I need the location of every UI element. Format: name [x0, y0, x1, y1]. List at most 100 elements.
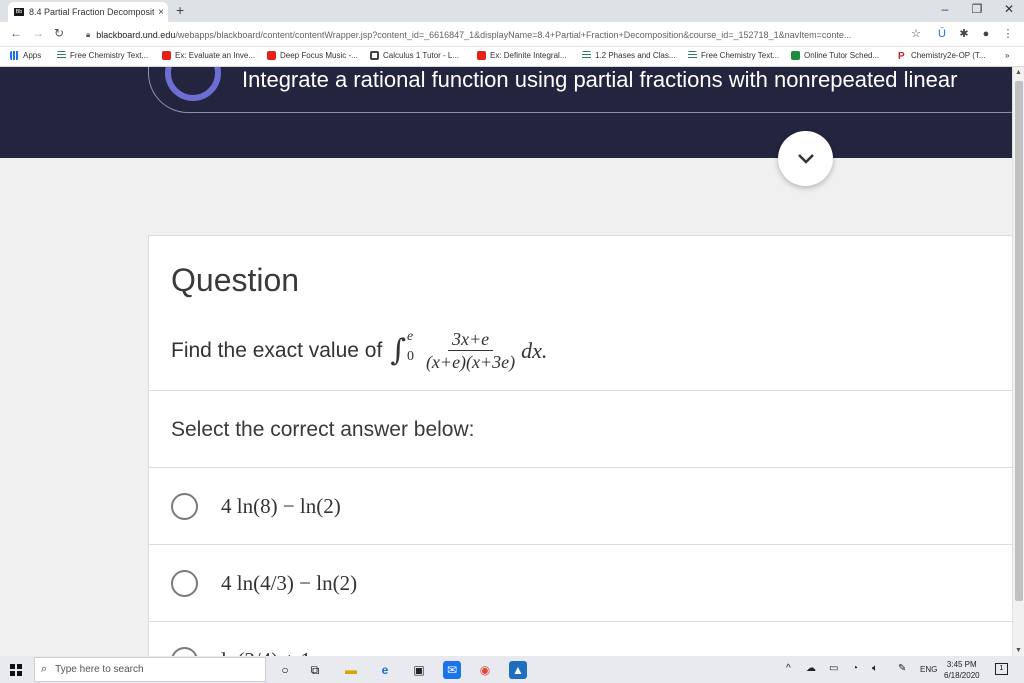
- bookmark-item[interactable]: Ex: Definite Integral...: [477, 51, 566, 60]
- scroll-down-icon[interactable]: ▼: [1015, 647, 1022, 654]
- pen-icon[interactable]: ✎: [898, 663, 906, 674]
- windows-start-icon[interactable]: [10, 664, 22, 676]
- lesson-banner: Integrate a rational function using part…: [0, 67, 1012, 158]
- scrollbar-thumb[interactable]: [1015, 81, 1023, 601]
- bookmark-item[interactable]: 1.2 Phases and Clas...: [582, 51, 676, 60]
- file-explorer-icon[interactable]: ▬: [342, 661, 360, 679]
- url-path: /webapps/blackboard/content/contentWrapp…: [175, 29, 852, 40]
- answer-option-text: 4 ln(8) − ln(2): [221, 493, 341, 518]
- question-card: Question Find the exact value of ∫ e 0 3…: [148, 235, 1012, 656]
- scroll-up-icon[interactable]: ▲: [1015, 69, 1022, 76]
- p-icon: P: [898, 51, 905, 62]
- new-tab-button[interactable]: +: [176, 2, 184, 18]
- question-prompt: Find the exact value of ∫ e 0 3x+e (x+e)…: [171, 328, 547, 373]
- bookmark-item[interactable]: Free Chemistry Text...: [688, 51, 779, 60]
- url-field[interactable]: 🔒︎ blackboard.und.edu/webapps/blackboard…: [80, 25, 930, 44]
- bookmarks-overflow-icon[interactable]: »: [1005, 51, 1009, 60]
- extension-icon[interactable]: Ū: [936, 28, 948, 40]
- answer-option[interactable]: 4 ln(4/3) − ln(2): [149, 545, 1012, 621]
- chrome-icon[interactable]: ◉: [476, 661, 494, 679]
- bookmark-star-icon[interactable]: ☆: [910, 28, 922, 40]
- edge-browser-icon[interactable]: e: [376, 661, 394, 679]
- browser-tab[interactable]: Bb 8.4 Partial Fraction Decompositio ×: [8, 2, 168, 22]
- browser-tab-strip: Bb 8.4 Partial Fraction Decompositio × +…: [0, 0, 1024, 22]
- system-clock[interactable]: 3:45 PM 6/18/2020: [944, 659, 980, 681]
- store-icon[interactable]: ▣: [410, 661, 428, 679]
- bookmark-item[interactable]: Online Tutor Sched...: [791, 51, 879, 60]
- clock-time: 3:45 PM: [946, 660, 977, 669]
- bookmark-apps[interactable]: Apps: [10, 51, 41, 60]
- profile-avatar-icon[interactable]: ●: [980, 28, 992, 40]
- mail-icon[interactable]: ✉: [443, 661, 461, 679]
- divider: [149, 390, 1012, 391]
- lower-limit: 0: [406, 348, 414, 364]
- integral-limits: e 0: [406, 329, 414, 364]
- bookmarks-bar: Apps Free Chemistry Text... Ex: Evaluate…: [0, 47, 1024, 67]
- globe-icon: [370, 51, 379, 60]
- bookmark-item[interactable]: P Chemistry2e-OP (T...: [898, 51, 986, 62]
- tab-title: 8.4 Partial Fraction Decompositio: [29, 7, 154, 17]
- task-view-icon[interactable]: ⧉: [306, 661, 324, 679]
- windows-taskbar: ⌕ Type here to search ○ ⧉ ▬ e ▣ ✉ ◉ ▲ ^ …: [0, 656, 1024, 683]
- radio-button[interactable]: [171, 646, 198, 656]
- answer-option-text: ln(3/4) + 1: [221, 648, 311, 657]
- onedrive-icon[interactable]: ☁: [806, 663, 816, 674]
- bookmark-item[interactable]: Calculus 1 Tutor - L...: [370, 51, 459, 60]
- lesson-title: Integrate a rational function using part…: [242, 67, 958, 92]
- url-host: blackboard.und.edu: [96, 29, 176, 40]
- bookmark-item[interactable]: Ex: Evaluate an Inve...: [162, 51, 255, 60]
- integral-symbol: ∫: [390, 333, 406, 368]
- maximize-button[interactable]: ❐: [962, 2, 992, 16]
- differential: dx.: [521, 337, 548, 363]
- search-icon: ⌕: [41, 663, 48, 675]
- tab-close-icon[interactable]: ×: [154, 7, 168, 18]
- minimize-button[interactable]: –: [930, 2, 960, 16]
- lines-icon: [582, 51, 591, 60]
- menu-kebab-icon[interactable]: ⋮: [1002, 28, 1014, 40]
- bookmark-item[interactable]: Free Chemistry Text...: [57, 51, 148, 60]
- forward-arrow-icon[interactable]: →: [32, 26, 44, 40]
- upper-limit: e: [406, 328, 414, 344]
- lines-icon: [688, 51, 697, 60]
- numerator: 3x+e: [447, 328, 494, 351]
- volume-icon[interactable]: 🔈︎: [872, 663, 878, 674]
- tray-chevron-icon[interactable]: ^: [786, 663, 791, 674]
- und-icon: [791, 51, 800, 60]
- close-window-button[interactable]: ✕: [994, 2, 1024, 16]
- answer-option[interactable]: ln(3/4) + 1: [149, 622, 1012, 656]
- taskbar-search-input[interactable]: ⌕ Type here to search: [34, 657, 266, 682]
- integrand-fraction: 3x+e (x+e)(x+3e): [426, 328, 515, 373]
- bookmark-item[interactable]: Deep Focus Music -...: [267, 51, 358, 60]
- reload-icon[interactable]: ↻: [54, 26, 64, 40]
- expand-chevron-button[interactable]: [778, 131, 833, 186]
- extensions-puzzle-icon[interactable]: ✱: [958, 28, 970, 40]
- question-prefix: Find the exact value of: [171, 338, 383, 362]
- chevron-down-icon: [797, 153, 814, 164]
- wifi-icon[interactable]: ◔: [852, 663, 858, 674]
- youtube-icon: [162, 51, 171, 60]
- lines-icon: [57, 51, 66, 60]
- youtube-icon: [267, 51, 276, 60]
- select-answer-label: Select the correct answer below:: [171, 418, 475, 441]
- page-content: Integrate a rational function using part…: [0, 67, 1012, 656]
- youtube-icon: [477, 51, 486, 60]
- notification-center-icon[interactable]: 1: [995, 663, 1008, 675]
- answer-option-text: 4 ln(4/3) − ln(2): [221, 570, 358, 595]
- battery-icon[interactable]: ▭: [829, 663, 838, 674]
- question-heading: Question: [171, 262, 300, 298]
- apps-grid-icon: [10, 51, 19, 60]
- address-bar-row: ← → ↻ 🔒︎ blackboard.und.edu/webapps/blac…: [0, 22, 1024, 47]
- clock-date: 6/18/2020: [944, 671, 980, 680]
- lock-icon: 🔒︎: [86, 29, 91, 39]
- page-scrollbar[interactable]: ▲ ▼: [1012, 67, 1024, 656]
- back-arrow-icon[interactable]: ←: [10, 26, 22, 40]
- radio-button[interactable]: [171, 492, 198, 520]
- language-indicator[interactable]: ENG: [920, 665, 937, 674]
- photos-icon[interactable]: ▲: [509, 661, 527, 679]
- search-placeholder: Type here to search: [55, 664, 144, 675]
- denominator: (x+e)(x+3e): [425, 352, 516, 372]
- cortana-icon[interactable]: ○: [276, 661, 294, 679]
- radio-button[interactable]: [171, 569, 198, 597]
- blackboard-favicon-icon: Bb: [14, 8, 24, 16]
- answer-option[interactable]: 4 ln(8) − ln(2): [149, 468, 1012, 544]
